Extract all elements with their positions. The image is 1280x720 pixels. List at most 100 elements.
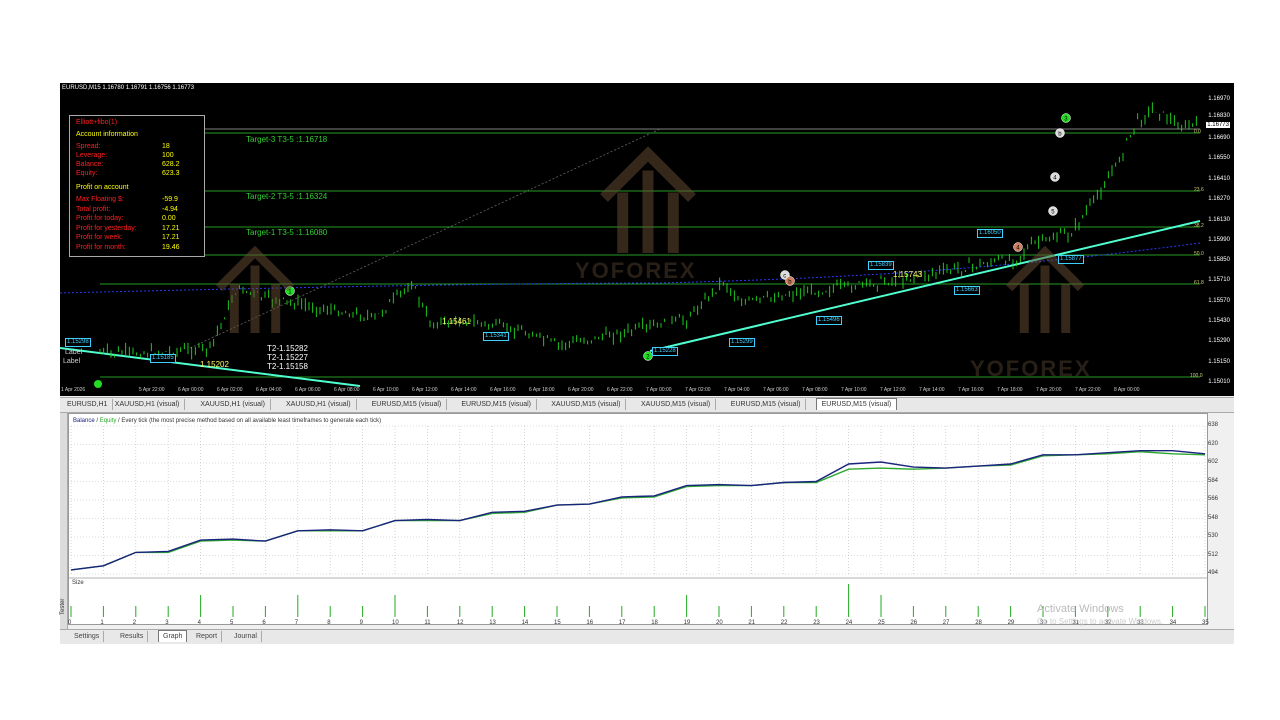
info-row-label: Equity: [76, 170, 98, 177]
info-title: Elliott+fibo(1) [76, 119, 118, 126]
profit-row-label: Profit for yesterday: [76, 224, 137, 232]
chart-tab[interactable]: XAUUSD,M15 (visual) [546, 399, 627, 410]
level-label-3: 1.15202 [200, 360, 229, 369]
tester-tab-journal[interactable]: Journal [230, 631, 262, 642]
t2-label-1: T2-1.15282 [267, 344, 308, 353]
graph-x-label: 34 [1169, 620, 1177, 626]
graph-x-label: 3 [165, 620, 169, 626]
graph-x-label: 23 [813, 620, 820, 626]
fib-level: 0.0 [1194, 129, 1201, 135]
graph-y-label: 620 [1208, 440, 1219, 447]
price-box: 1.15877 [1058, 255, 1084, 264]
logo-pillar [1019, 283, 1029, 333]
graph-y-label: 530 [1208, 533, 1219, 539]
profit-row-value: -59.9 [162, 196, 178, 203]
time-axis-label: 6 Apr 22:00 [607, 387, 633, 393]
price-axis-label: 1.16130 [1208, 217, 1230, 223]
price-box: 1.16050 [977, 229, 1003, 238]
logo-pillar [642, 170, 654, 253]
profit-row-label: Max Floating $: [76, 196, 124, 203]
price-box: 1.15228 [652, 347, 678, 356]
time-axis-label: 7 Apr 08:00 [802, 387, 828, 393]
graph-x-label: 25 [878, 620, 885, 626]
graph-x-label: 13 [489, 620, 496, 626]
profit-row-value: 17.21 [162, 234, 180, 241]
price-box: 1.15299 [729, 338, 755, 347]
graph-x-label: 5 [230, 620, 234, 626]
time-axis-label: 6 Apr 20:00 [568, 387, 594, 393]
fib-level: 61.8 [1194, 280, 1204, 286]
graph-x-label: 22 [780, 620, 788, 626]
price-chart[interactable]: 123454cbb YOFOREX YOFOREX EURUSD,M15 1.1… [60, 83, 1234, 396]
graph-x-label: 4 [197, 620, 201, 626]
yoforex-logo [600, 146, 696, 253]
chart-tab[interactable]: XAUUSD,H1 (visual) [281, 399, 357, 410]
price-axis-label: 1.15290 [1208, 338, 1230, 344]
symbol-line: EURUSD,M15 1.16780 1.16791 1.16756 1.167… [62, 85, 195, 91]
profit-row-value: 17.21 [162, 224, 180, 232]
activate-windows-sub: Go to Settings to activate Windows. [1037, 617, 1164, 626]
price-axis-label: 1.15150 [1208, 359, 1230, 365]
time-axis-label: 7 Apr 02:00 [685, 387, 711, 393]
graph-x-label: 12 [456, 620, 464, 626]
projection-line [189, 128, 661, 349]
price-axis-label: 1.16550 [1208, 155, 1230, 161]
chart-tab[interactable]: XAUUSD,M15 (visual) [636, 399, 717, 410]
profit-row-label: Profit for week: [76, 234, 123, 241]
profit-row-label: Profit for month: [76, 243, 126, 251]
graph-x-label: 16 [586, 620, 594, 626]
graph-x-label: 9 [359, 620, 363, 626]
fib-level: 23.6 [1194, 187, 1204, 193]
info-row-label: Spread: [76, 143, 101, 150]
graph-x-label: 10 [392, 620, 399, 626]
activate-windows-title: Activate Windows [1037, 603, 1124, 615]
chart-tab[interactable]: EURUSD,M15 (visual) [726, 399, 807, 410]
time-axis-label: 6 Apr 12:00 [412, 387, 438, 393]
watermark-text: YOFOREX [575, 258, 697, 283]
price-chart-canvas: 123454cbb [60, 102, 1201, 388]
balance-equity-plot [69, 425, 1207, 617]
size-label: Size [72, 580, 84, 586]
target-2-label: Target-2 T3-5 :1.16324 [246, 192, 328, 201]
graph-x-label: 19 [683, 620, 691, 626]
chart-tab[interactable]: EURUSD,M15 (visual) [456, 399, 538, 410]
time-axis-label: 6 Apr 10:00 [373, 387, 399, 393]
time-axis-label: 1 Apr 2026 [61, 387, 86, 393]
profit-row-label: Total profit: [76, 205, 111, 213]
profit-row-value: 19.46 [162, 243, 180, 251]
graph-y-label: 602 [1208, 459, 1219, 465]
info-panel: Elliott+fibo(1) Account information Spre… [69, 115, 205, 257]
graph-x-label: 35 [1202, 620, 1209, 626]
tester-tab-graph[interactable]: Graph [158, 630, 188, 642]
logo-pillar [229, 283, 239, 333]
price-box: 1.15839 [868, 261, 894, 270]
tester-tab-results[interactable]: Results [116, 631, 149, 642]
t2-label-2: T2-1.15227 [267, 353, 308, 362]
chart-tab[interactable]: EURUSD,H1 [62, 399, 114, 410]
graph-x-label: 8 [327, 620, 331, 626]
time-axis-label: 6 Apr 18:00 [529, 387, 555, 393]
time-axis-label: 7 Apr 00:00 [646, 387, 672, 393]
time-axis-label: 6 Apr 00:00 [178, 387, 204, 393]
chart-tab[interactable]: EURUSD,M15 (visual) [367, 399, 448, 410]
chart-tab[interactable]: XAUUSD,H1 (visual) [110, 399, 186, 410]
graph-x-label: 27 [942, 620, 950, 626]
balance-line [70, 450, 1206, 571]
time-axis-label: 6 Apr 14:00 [451, 387, 477, 393]
chart-tab[interactable]: XAUUSD,H1 (visual) [195, 399, 271, 410]
side-label-2: Label [63, 358, 81, 365]
graph-x-label: 14 [521, 620, 529, 626]
target-3-label: Target-3 T3-5 :1.16718 [246, 135, 328, 144]
price-axis-label: 1.16773 [1206, 122, 1230, 128]
fib-level: 100.0 [1190, 373, 1203, 379]
tester-tab-settings[interactable]: Settings [70, 631, 105, 642]
time-axis-label: 7 Apr 10:00 [841, 387, 867, 393]
graph-x-label: 17 [618, 620, 626, 626]
account-header: Account information [76, 131, 138, 138]
tester-tabs: Settings Results Graph Report Journal [60, 629, 1234, 644]
tester-tab-report[interactable]: Report [192, 631, 223, 642]
price-axis-label: 1.16830 [1208, 113, 1230, 119]
graph-x-label: 24 [845, 620, 853, 626]
chart-tab[interactable]: EURUSD,M15 (visual) [815, 398, 898, 410]
price-axis-label: 1.15570 [1208, 298, 1230, 304]
